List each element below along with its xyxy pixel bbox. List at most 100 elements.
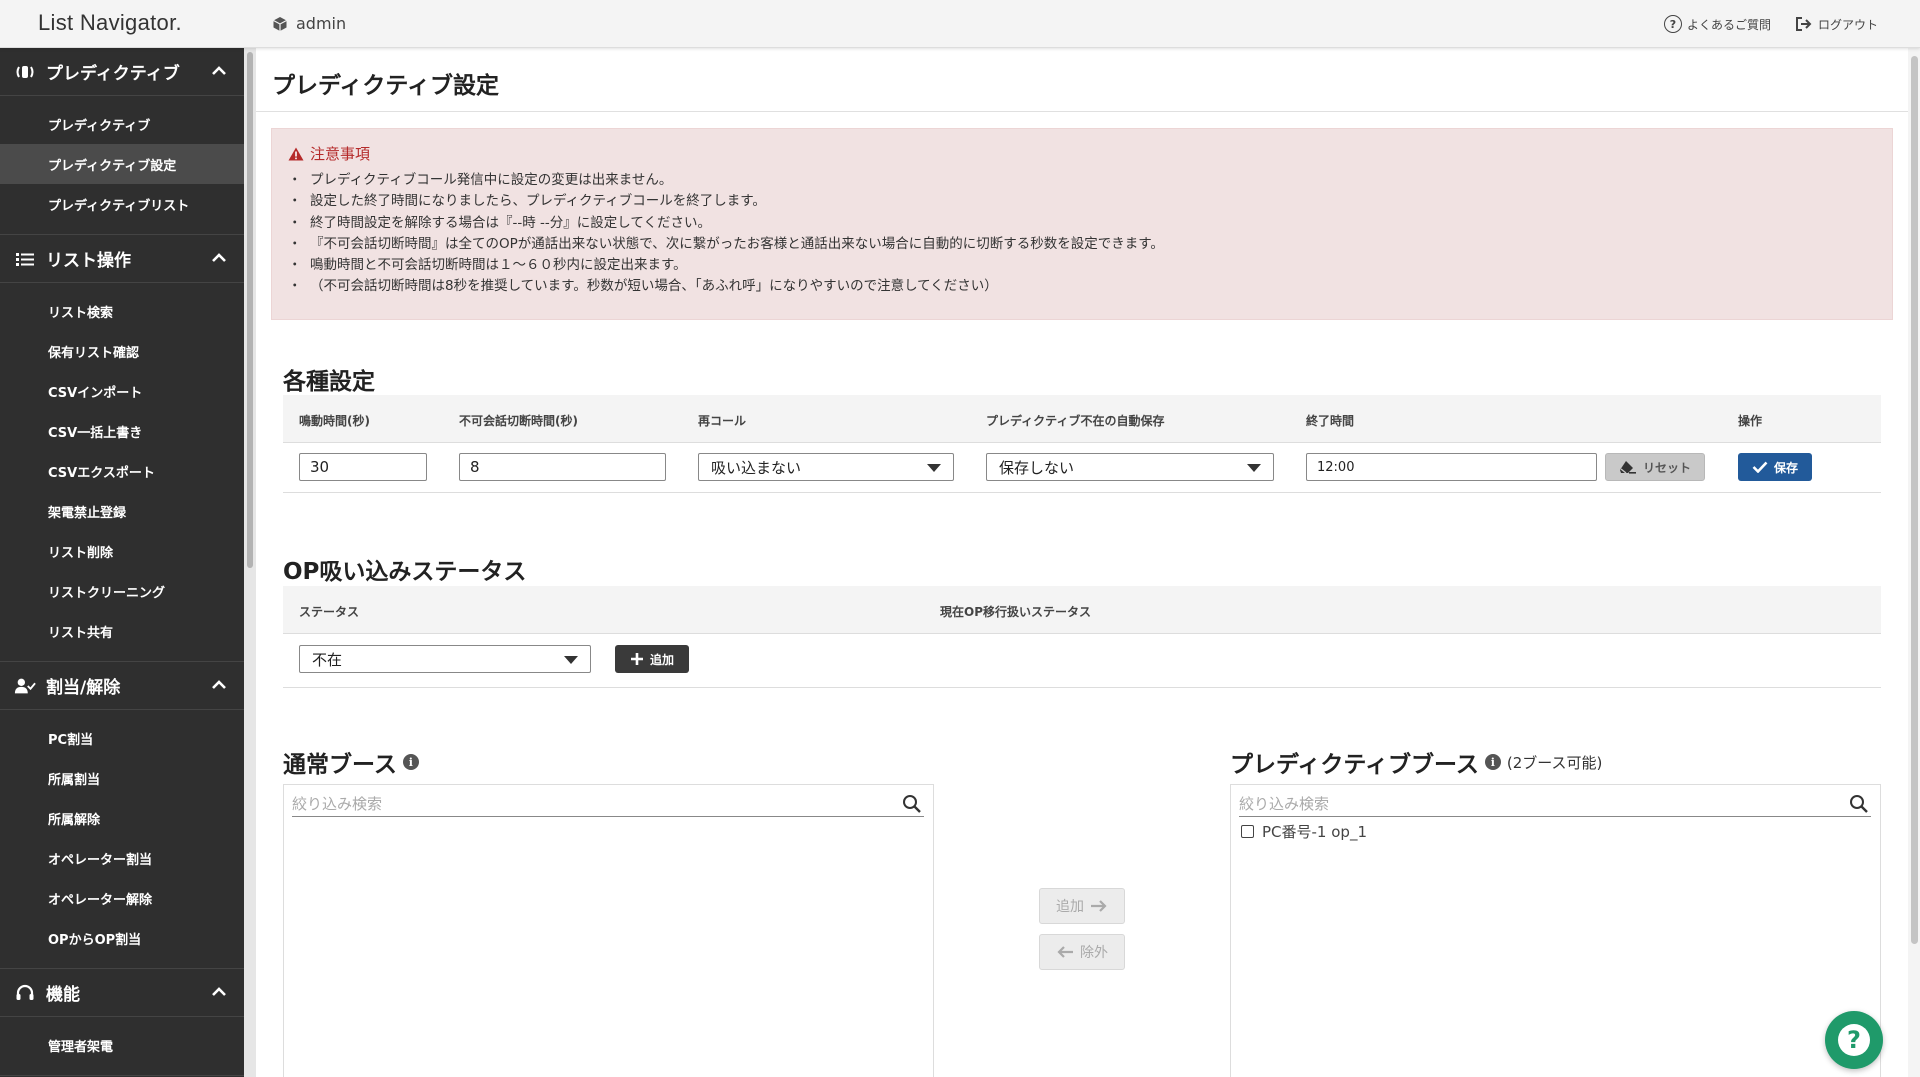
col-recall: 再コール [698,414,747,428]
arrow-right-icon [1091,900,1107,912]
cut-time-input[interactable]: 8 [459,453,666,481]
help-button[interactable]: ? [1825,1011,1883,1069]
chevron-up-icon[interactable] [210,676,228,694]
page-header: プレディクティブ設定 [256,48,1908,112]
col-ring-time: 鳴動時間(秒) [299,414,370,428]
user-check-icon [14,677,36,695]
sidebar-item-csv-export[interactable]: CSVエクスポート [0,451,244,491]
normal-booth-search[interactable]: 絞り込み検索 [292,791,924,817]
search-icon[interactable] [902,794,922,814]
status-select-value: 不在 [312,650,343,669]
col-status: ステータス [299,605,360,619]
info-icon[interactable]: i [1484,754,1501,770]
normal-booth-panel: 絞り込み検索 [283,784,934,1077]
top-bar: List Navigator. admin ? よくあるご質問 ログアウト [0,0,1920,48]
sidebar-item-list-delete[interactable]: リスト削除 [0,531,244,571]
sidebar-section-label: 機能 [46,985,80,1005]
sidebar-item-call-block[interactable]: 架電禁止登録 [0,491,244,531]
move-add-button[interactable]: 追加 [1039,888,1125,924]
notice-list: プレディクティブコール発信中に設定の変更は出来ません。 設定した終了時間になりま… [288,170,1876,298]
ring-time-input[interactable]: 30 [299,453,427,481]
recall-select[interactable]: 吸い込まない [698,453,954,481]
question-circle-icon: ? [1663,15,1682,33]
sidebar-item-list-share[interactable]: リスト共有 [0,611,244,651]
status-select[interactable]: 不在 [299,645,591,673]
add-status-label: 追加 [649,652,674,667]
phone-ringing-icon [14,63,36,81]
logout-label: ログアウト [1817,17,1878,32]
chevron-up-icon[interactable] [210,983,228,1001]
plus-icon [630,653,643,665]
sidebar-scrollbar[interactable] [244,48,256,1077]
page-scrollbar-thumb[interactable] [1911,56,1918,944]
top-nav: ? よくあるご質問 ログアウト [1663,15,1878,33]
col-end-time: 終了時間 [1306,414,1355,428]
notice-line: 『不可会話切断時間』は全てのOPが通話出来ない状態で、次に繋がったお客様と通話出… [288,234,1876,256]
faq-link[interactable]: ? よくあるご質問 [1663,15,1771,33]
current-user: admin [272,14,346,33]
predictive-booth-heading: プレディクティブブース i (2ブース可能) [1230,745,1602,779]
notice-line: 設定した終了時間になりましたら、プレディクティブコールを終了します。 [288,191,1876,213]
reset-button[interactable]: リセット [1605,453,1705,481]
search-icon[interactable] [1849,794,1869,814]
notice-line: プレディクティブコール発信中に設定の変更は出来ません。 [288,170,1876,192]
end-time-input[interactable]: 12:00 [1306,453,1597,481]
auto-save-select[interactable]: 保存しない [986,453,1274,481]
sidebar-section-features[interactable]: 機能 [0,969,244,1017]
sidebar-item-pc-assign[interactable]: PC割当 [0,718,244,758]
auto-save-select-value: 保存しない [999,458,1075,477]
save-button[interactable]: 保存 [1738,453,1812,481]
col-current-status: 現在OP移行扱いステータス [940,605,1091,619]
sidebar-item-csv-import[interactable]: CSVインポート [0,371,244,411]
sidebar-item-group-assign[interactable]: 所属割当 [0,758,244,798]
sidebar-item-csv-overwrite[interactable]: CSV一括上書き [0,411,244,451]
settings-heading: 各種設定 [283,362,375,396]
logout-link[interactable]: ログアウト [1795,15,1878,33]
sidebar-items-features: 管理者架電 [0,1017,244,1076]
arrow-left-icon [1057,946,1073,958]
move-remove-button[interactable]: 除外 [1039,934,1125,970]
check-icon [1752,461,1768,473]
recall-select-value: 吸い込まない [711,458,802,477]
predictive-booth-option[interactable]: PC番号-1 op_1 [1241,821,1367,842]
caret-down-icon [1247,464,1261,472]
move-add-label: 追加 [1056,899,1084,915]
op-status-heading: OP吸い込みステータス [283,552,526,586]
sidebar-item-operator-assign[interactable]: オペレーター割当 [0,838,244,878]
faq-label: よくあるご質問 [1686,17,1771,32]
sidebar-item-list-search[interactable]: リスト検索 [0,291,244,331]
notice-title: 注意事項 [288,143,1876,164]
sidebar-item-group-release[interactable]: 所属解除 [0,798,244,838]
sidebar-item-list-cleaning[interactable]: リストクリーニング [0,571,244,611]
eraser-icon [1619,461,1636,474]
chevron-up-icon[interactable] [210,62,228,80]
sidebar-section-predictive[interactable]: プレディクティブ [0,48,244,96]
chevron-up-icon[interactable] [210,249,228,267]
reset-label: リセット [1642,460,1691,475]
predictive-booth-search[interactable]: 絞り込み検索 [1239,791,1871,817]
sidebar-item-predictive-settings[interactable]: プレディクティブ設定 [0,144,244,184]
sidebar-item-owned-lists[interactable]: 保有リスト確認 [0,331,244,371]
user-name: admin [296,14,347,33]
info-icon[interactable]: i [402,754,419,770]
sidebar-section-label: リスト操作 [46,251,131,271]
app-logo[interactable]: List Navigator. [38,10,182,36]
save-label: 保存 [1773,460,1798,475]
sidebar-item-predictive-list[interactable]: プレディクティブリスト [0,184,244,224]
warning-icon [288,147,304,160]
sidebar-section-assign[interactable]: 割当/解除 [0,662,244,710]
sidebar-scrollbar-thumb[interactable] [247,52,253,568]
logout-icon [1795,17,1812,31]
notice-line: （不可会話切断時間は8秒を推奨しています。秒数が短い場合、「あふれ呼」になりやす… [288,276,1876,298]
sidebar-item-op-to-op[interactable]: OPからOP割当 [0,918,244,958]
add-status-button[interactable]: 追加 [615,645,689,673]
sidebar-item-admin-call[interactable]: 管理者架電 [0,1025,244,1065]
predictive-booth-note: (2ブース可能) [1506,753,1603,772]
sidebar-item-predictive[interactable]: プレディクティブ [0,104,244,144]
sidebar-section-list-ops[interactable]: リスト操作 [0,235,244,283]
col-actions: 操作 [1738,414,1763,428]
page-scrollbar[interactable] [1908,48,1920,1077]
sidebar-item-operator-release[interactable]: オペレーター解除 [0,878,244,918]
checkbox[interactable] [1241,825,1254,838]
notice-box: 注意事項 プレディクティブコール発信中に設定の変更は出来ません。 設定した終了時… [271,128,1893,320]
